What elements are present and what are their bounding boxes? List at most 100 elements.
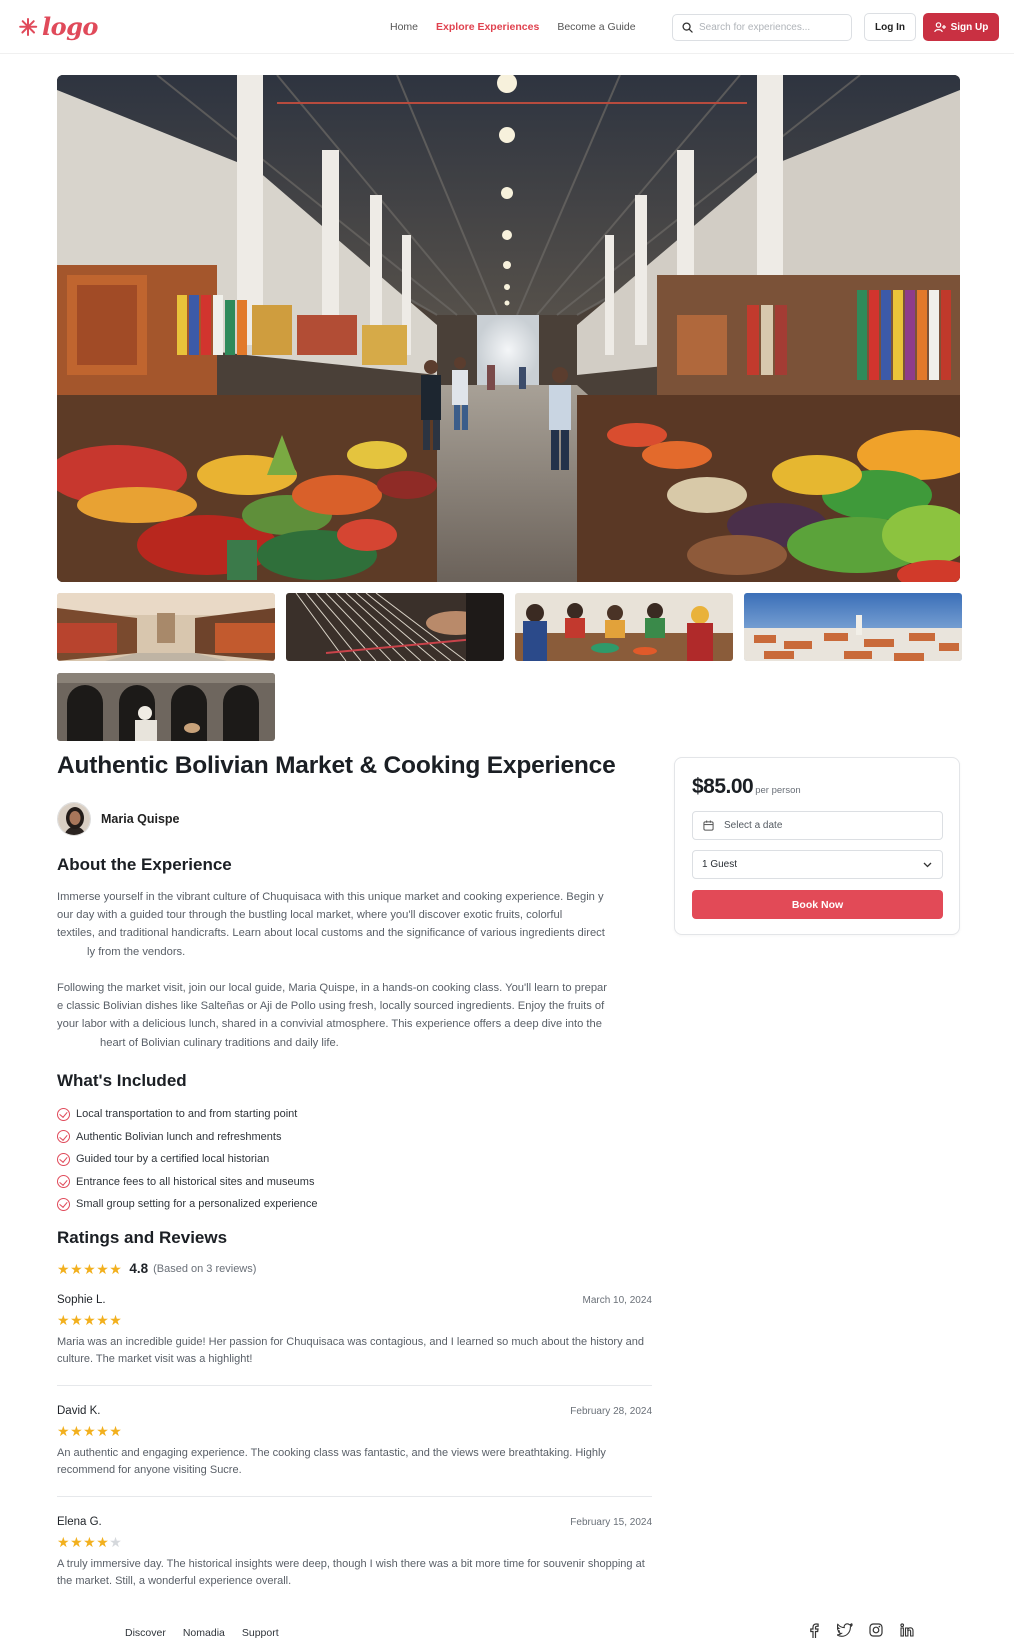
- review-date: February 15, 2024: [570, 1516, 652, 1528]
- list-item: Guided tour by a certified local histori…: [57, 1148, 318, 1171]
- list-item: Entrance fees to all historical sites an…: [57, 1171, 318, 1194]
- review-count: (Based on 3 reviews): [153, 1262, 257, 1275]
- star-filled-icon: ★: [70, 1534, 84, 1550]
- twitter-icon[interactable]: [837, 1622, 853, 1638]
- included-item-label: Authentic Bolivian lunch and refreshment…: [76, 1130, 282, 1143]
- review-text: A truly immersive day. The historical in…: [57, 1558, 645, 1587]
- star-empty-icon: ★: [109, 1534, 123, 1550]
- star-filled-icon: ★: [57, 1260, 71, 1277]
- chevron-down-icon: [923, 862, 932, 867]
- about-paragraph-1: Immerse yourself in the vibrant culture …: [57, 888, 653, 961]
- signup-label: Sign Up: [950, 21, 989, 33]
- search-box[interactable]: [672, 14, 852, 41]
- star-filled-icon: ★: [57, 1423, 71, 1439]
- star-filled-icon: ★: [83, 1260, 97, 1277]
- search-input[interactable]: [699, 22, 849, 33]
- star-filled-icon: ★: [96, 1260, 110, 1277]
- hero-image-market-hall[interactable]: [57, 75, 960, 582]
- about-p2-line: your labor with a delicious lunch, share…: [57, 1018, 602, 1031]
- user-plus-icon: [933, 21, 946, 32]
- ratings-heading: Ratings and Reviews: [57, 1228, 228, 1247]
- reviewer-name: Sophie L.: [57, 1294, 106, 1306]
- instagram-icon[interactable]: [868, 1622, 884, 1638]
- linkedin-icon[interactable]: [899, 1622, 915, 1638]
- date-placeholder: Select a date: [724, 820, 783, 831]
- list-item: Authentic Bolivian lunch and refreshment…: [57, 1126, 318, 1149]
- footer-link-support[interactable]: Support: [242, 1627, 279, 1639]
- price-unit: per person: [755, 785, 801, 796]
- logo-text: logo: [42, 12, 98, 41]
- footer-link-nomadia[interactable]: Nomadia: [183, 1627, 225, 1639]
- about-p1-line: textiles, and traditional handicrafts. L…: [57, 927, 605, 940]
- list-item: Small group setting for a personalized e…: [57, 1193, 318, 1216]
- footer-link-discover[interactable]: Discover: [125, 1627, 166, 1639]
- star-filled-icon: ★: [83, 1534, 97, 1550]
- thumbnail-colonial-arches[interactable]: [57, 673, 275, 741]
- star-filled-icon: ★: [96, 1534, 110, 1550]
- review-date: February 28, 2024: [570, 1405, 652, 1417]
- reviewer-name: Elena G.: [57, 1516, 102, 1528]
- star-filled-icon: ★: [109, 1312, 123, 1328]
- divider: [57, 1385, 652, 1386]
- logo-asterisk-icon: [18, 17, 38, 37]
- list-item: Local transportation to and from startin…: [57, 1103, 318, 1126]
- star-filled-icon: ★: [57, 1534, 71, 1550]
- guide-name[interactable]: Maria Quispe: [101, 812, 180, 826]
- thumbnail-plaza[interactable]: [57, 593, 275, 661]
- about-p2-line: e classic Bolivian dishes like Salteñas …: [57, 1000, 605, 1013]
- nav-link-become-a-guide[interactable]: Become a Guide: [557, 21, 635, 33]
- about-p2-line: Following the market visit, join our loc…: [57, 982, 607, 994]
- price: $85.00 per person: [692, 775, 801, 799]
- social-links: [806, 1622, 915, 1638]
- nav-link-explore-experiences[interactable]: Explore Experiences: [436, 21, 539, 33]
- nav-link-home[interactable]: Home: [390, 21, 418, 33]
- review-item: Elena G. February 15, 2024 ★★★★★ A truly…: [57, 1516, 652, 1590]
- review-item: Sophie L. March 10, 2024 ★★★★★ Maria was…: [57, 1294, 652, 1368]
- included-heading: What's Included: [57, 1071, 187, 1090]
- rating-summary: ★★★★★ 4.8 (Based on 3 reviews): [57, 1261, 256, 1276]
- about-p1-line: our day with a guided tour through the b…: [57, 909, 563, 922]
- guests-select[interactable]: 1 Guest: [692, 850, 943, 879]
- check-circle-icon: [57, 1197, 70, 1211]
- reviewer-name: David K.: [57, 1405, 101, 1417]
- star-filled-icon: ★: [96, 1312, 110, 1328]
- included-item-label: Small group setting for a personalized e…: [76, 1198, 318, 1211]
- average-rating: 4.8: [129, 1261, 149, 1276]
- guide-info[interactable]: Maria Quispe: [57, 802, 180, 836]
- thumbnail-city-view[interactable]: [744, 593, 962, 661]
- review-text: Maria was an incredible guide! Her passi…: [57, 1336, 645, 1365]
- check-circle-icon: [57, 1152, 70, 1166]
- signup-button[interactable]: Sign Up: [923, 13, 999, 41]
- check-circle-icon: [57, 1130, 70, 1144]
- thumbnail-cooking-class[interactable]: [515, 593, 733, 661]
- booking-card: $85.00 per person Select a date 1 Guest …: [674, 757, 960, 935]
- date-picker-field[interactable]: Select a date: [692, 811, 943, 840]
- about-p1-line: Immerse yourself in the vibrant culture …: [57, 891, 604, 903]
- avatar[interactable]: [57, 802, 91, 836]
- included-item-label: Entrance fees to all historical sites an…: [76, 1175, 315, 1188]
- nav-links: Home Explore Experiences Become a Guide: [390, 21, 636, 33]
- about-p1-line: ly from the vendors.: [87, 945, 186, 958]
- about-paragraph-2: Following the market visit, join our loc…: [57, 979, 653, 1052]
- search-icon: [682, 22, 693, 33]
- star-filled-icon: ★: [109, 1423, 123, 1439]
- included-list: Local transportation to and from startin…: [57, 1103, 318, 1216]
- included-item-label: Local transportation to and from startin…: [76, 1108, 298, 1121]
- logo[interactable]: logo: [18, 12, 98, 41]
- star-filled-icon: ★: [83, 1423, 97, 1439]
- calendar-icon: [703, 820, 714, 831]
- experience-title: Authentic Bolivian Market & Cooking Expe…: [57, 752, 616, 779]
- included-item-label: Guided tour by a certified local histori…: [76, 1153, 270, 1166]
- about-p2-line: heart of Bolivian culinary traditions an…: [100, 1036, 339, 1049]
- star-filled-icon: ★: [70, 1423, 84, 1439]
- star-rating-icon: ★★★★★: [57, 1262, 122, 1276]
- star-filled-icon: ★: [109, 1260, 123, 1277]
- thumbnail-weaving[interactable]: [286, 593, 504, 661]
- review-text: An authentic and engaging experience. Th…: [57, 1447, 606, 1476]
- review-date: March 10, 2024: [582, 1294, 653, 1306]
- login-button[interactable]: Log In: [864, 13, 916, 41]
- star-rating-icon: ★★★★★: [57, 1535, 652, 1549]
- facebook-icon[interactable]: [806, 1622, 822, 1638]
- star-rating-icon: ★★★★★: [57, 1424, 652, 1438]
- book-now-button[interactable]: Book Now: [692, 890, 943, 919]
